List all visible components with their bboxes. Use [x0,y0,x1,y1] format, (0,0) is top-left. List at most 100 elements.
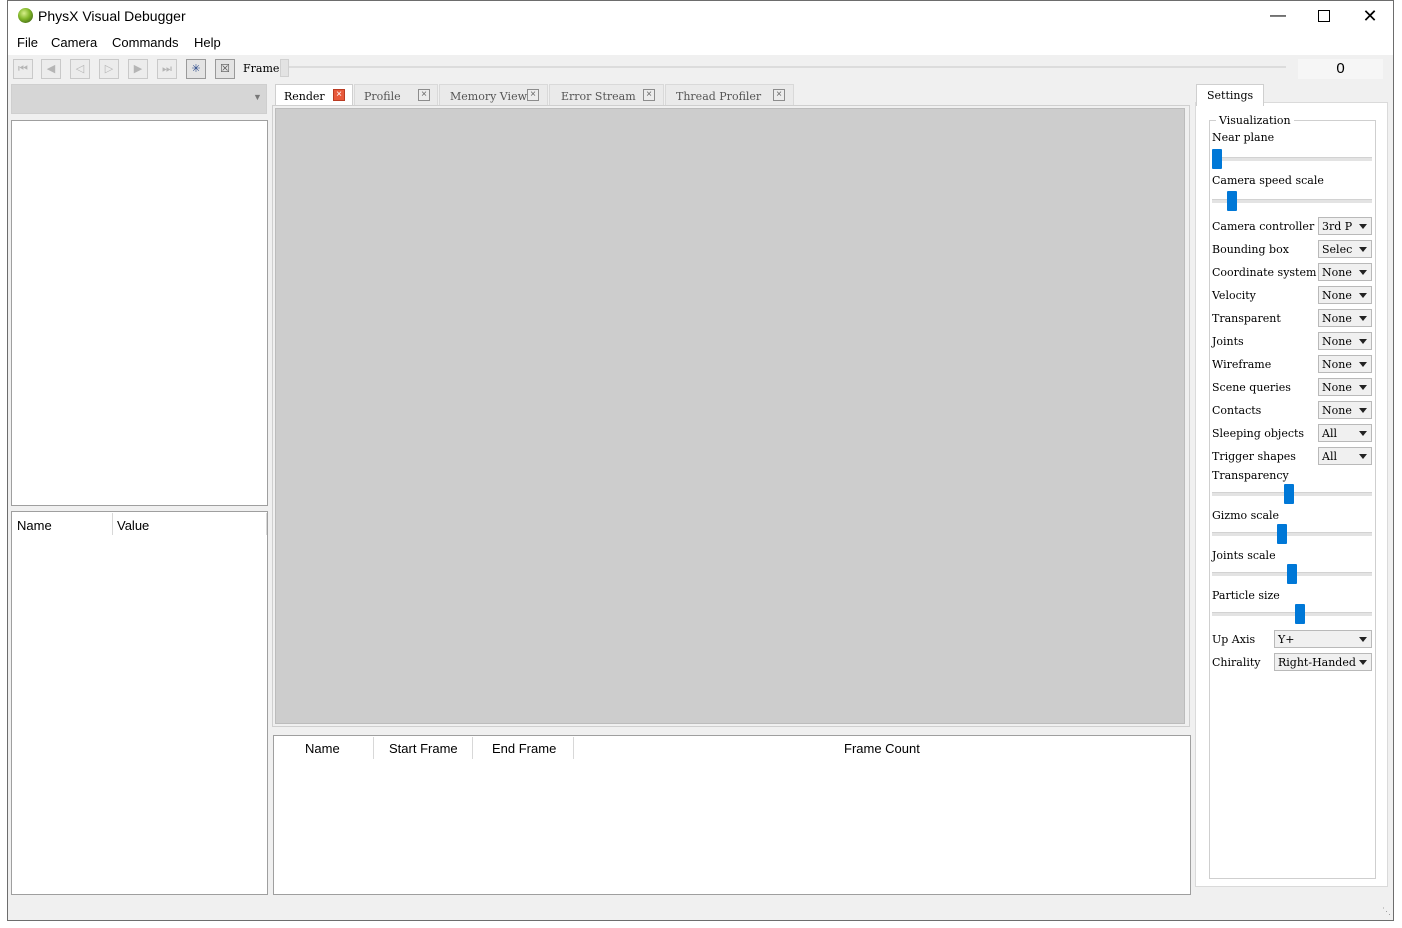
bounding-box-dropdown[interactable]: Selec [1318,240,1372,258]
joints-scale-slider[interactable] [1287,564,1297,584]
camera-controller-label: Camera controller [1212,220,1315,233]
close-tab-icon[interactable]: × [773,89,785,101]
status-bar [8,898,1393,920]
connect-icon[interactable]: ✳ [186,59,206,79]
settings-tab-label: Settings [1207,89,1254,102]
last-frame-icon[interactable]: ⏭ [157,59,177,79]
camera-controller-dropdown[interactable]: 3rd P [1318,217,1372,235]
chevron-down-icon [1359,408,1367,413]
chirality-dropdown[interactable]: Right-Handed [1274,653,1372,671]
events-header-start-frame[interactable]: Start Frame [389,741,458,756]
particle-size-label: Particle size [1212,589,1280,602]
tab-label: Render [284,90,325,103]
sleeping-objects-dropdown[interactable]: All [1318,424,1372,442]
properties-table[interactable] [11,511,268,895]
contacts-label: Contacts [1212,404,1262,417]
scene-queries-dropdown[interactable]: None [1318,378,1372,396]
trigger-shapes-label: Trigger shapes [1212,450,1296,463]
tab-error-stream[interactable]: Error Stream × [549,84,664,106]
gizmo-scale-slider[interactable] [1277,524,1287,544]
menu-camera[interactable]: Camera [51,35,97,50]
frame-slider-handle[interactable] [280,59,289,77]
scene-selector[interactable] [11,84,267,114]
near-plane-label: Near plane [1212,131,1275,144]
coordinate-system-dropdown[interactable]: None [1318,263,1372,281]
next-keyframe-icon[interactable]: ▶ [128,59,148,79]
chevron-down-icon [1359,637,1367,642]
dropdown-value: None [1322,381,1352,394]
scene-tree[interactable] [11,120,268,506]
tab-profile[interactable]: Profile × [354,84,438,106]
events-header-end-frame[interactable]: End Frame [492,741,556,756]
properties-header-name[interactable]: Name [17,518,52,533]
tab-label: Thread Profiler [676,90,762,103]
trigger-shapes-dropdown[interactable]: All [1318,447,1372,465]
tab-thread-profiler[interactable]: Thread Profiler × [665,84,794,106]
wireframe-label: Wireframe [1212,358,1272,371]
properties-header-value[interactable]: Value [117,518,149,533]
joints-dropdown[interactable]: None [1318,332,1372,350]
dropdown-value: Right-Handed [1278,656,1356,669]
window-title: PhysX Visual Debugger [38,8,186,24]
dropdown-value: None [1322,358,1352,371]
desktop-background-right [1394,30,1402,928]
chevron-down-icon [1359,431,1367,436]
near-plane-track[interactable] [1212,157,1372,161]
joints-label: Joints [1212,335,1244,348]
maximize-icon[interactable] [1301,1,1347,31]
column-divider[interactable] [373,737,374,759]
dropdown-value: None [1322,312,1352,325]
wireframe-dropdown[interactable]: None [1318,355,1372,373]
dropdown-value: Selec [1322,243,1353,256]
transparent-dropdown[interactable]: None [1318,309,1372,327]
first-frame-icon[interactable]: ⏮ [13,59,33,79]
render-viewport[interactable] [275,108,1185,724]
transparency-label: Transparency [1212,469,1289,482]
dropdown-value: All [1322,427,1337,440]
chevron-down-icon[interactable]: ▼ [253,92,262,102]
previous-keyframe-icon[interactable]: ◀ [41,59,61,79]
frame-label: Frame [243,62,280,75]
particle-size-track[interactable] [1212,612,1372,616]
physx-logo-icon [18,8,33,23]
events-header-frame-count[interactable]: Frame Count [844,741,920,756]
title-bar: PhysX Visual Debugger — ✕ [8,1,1393,31]
particle-size-slider[interactable] [1295,604,1305,624]
near-plane-slider[interactable] [1212,149,1222,169]
tab-memory-view[interactable]: Memory View × [439,84,548,106]
menu-help[interactable]: Help [194,35,221,50]
dropdown-value: All [1322,450,1337,463]
disconnect-icon[interactable]: ☒ [215,59,235,79]
tab-settings[interactable]: Settings [1196,84,1264,106]
column-divider[interactable] [266,513,267,535]
tab-label: Error Stream [561,90,636,103]
contacts-dropdown[interactable]: None [1318,401,1372,419]
minimize-icon[interactable]: — [1255,1,1301,31]
column-divider[interactable] [573,737,574,759]
column-divider[interactable] [472,737,473,759]
camera-speed-scale-slider[interactable] [1227,191,1237,211]
chevron-down-icon [1359,660,1367,665]
tab-render[interactable]: Render × [275,84,353,106]
close-tab-icon[interactable]: × [418,89,430,101]
chevron-down-icon [1359,339,1367,344]
play-icon[interactable]: ▷ [99,59,119,79]
menu-commands[interactable]: Commands [112,35,178,50]
menu-file[interactable]: File [17,35,38,50]
resize-grip-icon[interactable]: ⋱ [1382,906,1391,917]
gizmo-scale-track[interactable] [1212,532,1372,536]
scene-queries-label: Scene queries [1212,381,1291,394]
close-tab-icon[interactable]: × [643,89,655,101]
velocity-dropdown[interactable]: None [1318,286,1372,304]
up-axis-dropdown[interactable]: Y+ [1274,630,1372,648]
step-back-icon[interactable]: ◁ [70,59,90,79]
frame-slider-track[interactable] [280,66,1286,68]
events-table[interactable] [273,735,1191,895]
events-header-name[interactable]: Name [305,741,340,756]
column-divider[interactable] [112,513,113,535]
close-tab-icon[interactable]: × [527,89,539,101]
close-tab-icon[interactable]: × [333,89,345,101]
transparent-label: Transparent [1212,312,1281,325]
close-icon[interactable]: ✕ [1347,1,1393,31]
transparency-slider[interactable] [1284,484,1294,504]
